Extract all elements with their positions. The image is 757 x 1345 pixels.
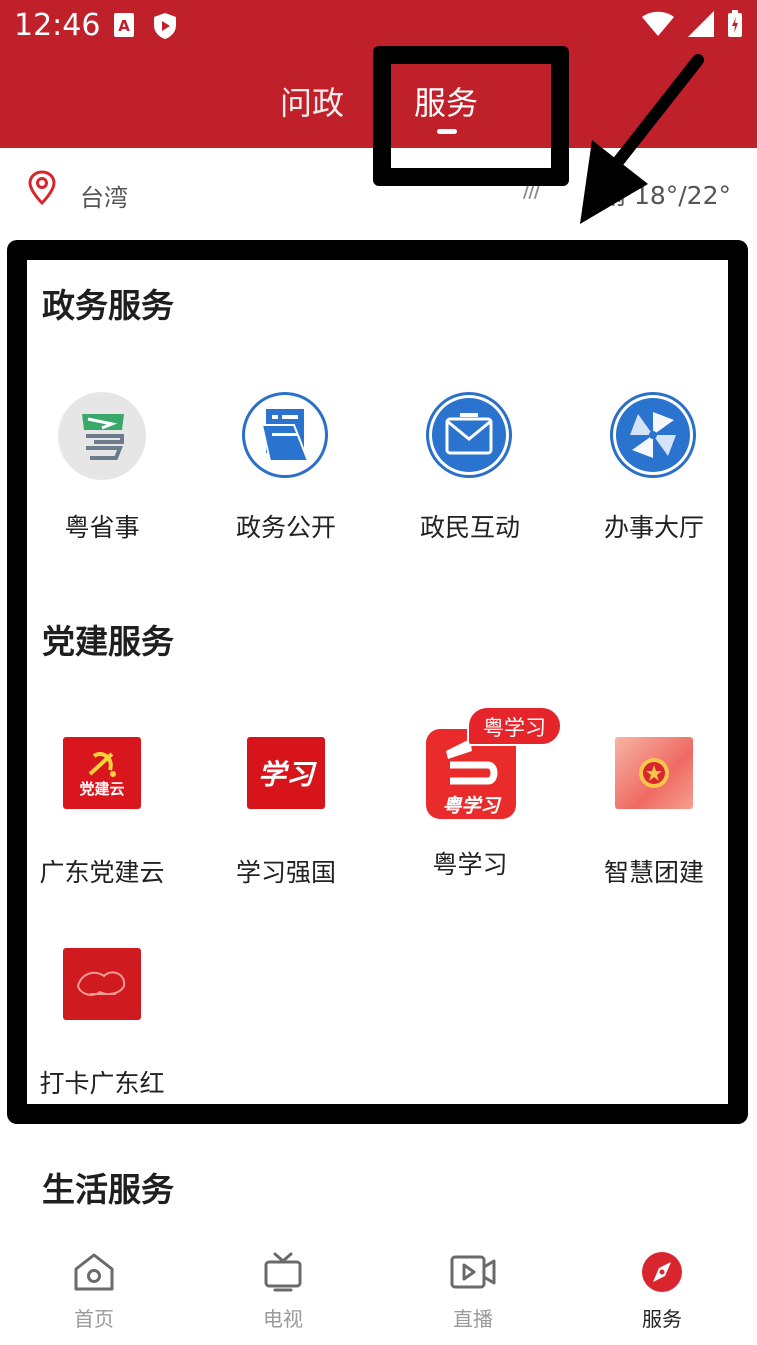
tv-icon <box>264 1252 302 1292</box>
nav-item-live[interactable]: 直播 <box>413 1251 533 1332</box>
compass-icon <box>642 1252 682 1292</box>
annotation-highlight-box-content <box>7 240 748 1124</box>
location-city[interactable]: 台湾 <box>80 178 128 213</box>
live-video-icon <box>450 1255 496 1289</box>
nav-item-home[interactable]: 首页 <box>34 1251 154 1332</box>
battery-charging-icon <box>728 10 742 37</box>
status-time: 12:46 <box>14 8 101 43</box>
location-pin-icon <box>28 170 56 206</box>
wifi-icon <box>642 11 674 36</box>
signal-icon <box>688 11 714 37</box>
annotation-arrow-icon <box>580 54 704 224</box>
nav-label: 电视 <box>263 1307 303 1331</box>
nav-label: 直播 <box>453 1307 493 1331</box>
annotation-highlight-box-tab <box>373 46 569 186</box>
section-title-shenghuo: 生活服务 <box>42 1170 174 1209</box>
nav-item-service[interactable]: 服务 <box>602 1251 722 1332</box>
tab-wenzheng[interactable]: 问政 <box>280 78 344 124</box>
nav-label: 首页 <box>74 1307 114 1331</box>
nav-item-tv[interactable]: 电视 <box>223 1251 343 1332</box>
font-a-icon: A <box>114 13 134 37</box>
nav-label: 服务 <box>642 1307 682 1331</box>
shield-icon <box>154 13 176 39</box>
bottom-navigation: 首页 电视 直播 服务 <box>0 1237 757 1345</box>
svg-text:A: A <box>118 17 130 35</box>
home-icon <box>74 1253 114 1291</box>
